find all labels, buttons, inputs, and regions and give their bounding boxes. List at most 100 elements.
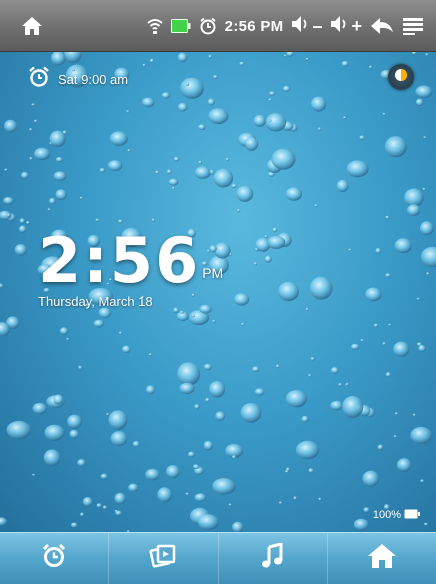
battery-level-icon (404, 506, 420, 524)
dock-music-button[interactable] (219, 533, 328, 584)
raindrop (191, 314, 195, 318)
volume-down-button[interactable]: – (291, 15, 322, 38)
raindrop (151, 218, 155, 222)
raindrop (309, 276, 333, 300)
raindrop (232, 455, 236, 459)
raindrop (234, 293, 250, 306)
clock-widget[interactable]: 2:56 PM Thursday, March 18 (38, 230, 223, 310)
raindrop (32, 473, 36, 476)
raindrop (177, 362, 201, 386)
raindrop (382, 342, 386, 346)
raindrop (253, 114, 266, 127)
raindrop (180, 77, 204, 99)
raindrop (51, 52, 66, 66)
raindrop (283, 54, 287, 57)
raindrop (343, 116, 347, 119)
raindrop (305, 307, 309, 311)
raindrop (55, 157, 63, 162)
raindrop (240, 403, 262, 423)
home-icon[interactable] (20, 14, 44, 38)
raindrop (314, 204, 318, 207)
brightness-button[interactable] (388, 64, 414, 90)
raindrop (32, 402, 47, 415)
raindrop (43, 449, 61, 466)
raindrop (278, 281, 299, 302)
raindrop (394, 238, 412, 254)
raindrop (384, 136, 407, 158)
raindrop (185, 82, 190, 86)
raindrop (241, 322, 245, 326)
raindrop (67, 414, 82, 429)
raindrop (209, 381, 225, 398)
menu-icon[interactable] (402, 17, 424, 35)
raindrop (382, 112, 386, 116)
raindrop (265, 113, 287, 132)
raindrop (194, 493, 207, 502)
raindrop (80, 512, 85, 517)
raindrop (0, 517, 7, 526)
raindrop (122, 345, 131, 354)
raindrop (157, 487, 173, 503)
next-alarm[interactable]: Sat 9:00 am (28, 66, 128, 93)
raindrop (141, 97, 155, 108)
raindrop (33, 147, 51, 160)
raindrop (377, 444, 384, 451)
raindrop (109, 131, 128, 146)
dock-home-button[interactable] (328, 533, 436, 584)
volume-down-sign: – (312, 16, 323, 36)
raindrop (6, 420, 32, 440)
raindrop (70, 522, 78, 528)
raindrop (404, 188, 424, 207)
raindrop (388, 323, 392, 326)
raindrop (192, 464, 200, 470)
raindrop (264, 235, 268, 238)
volume-up-sign: + (351, 16, 362, 36)
raindrop (107, 160, 123, 171)
raindrop (63, 52, 82, 63)
raindrop (215, 411, 226, 421)
raindrop (198, 160, 203, 164)
raindrop (253, 262, 257, 266)
raindrop (411, 52, 417, 55)
app-dock (0, 532, 436, 584)
raindrop (207, 98, 215, 106)
raindrop (128, 483, 139, 492)
raindrop (268, 98, 272, 101)
raindrop (31, 103, 35, 106)
raindrop (359, 135, 365, 140)
raindrop (385, 273, 391, 278)
raindrop (102, 505, 107, 510)
raindrop (301, 415, 309, 423)
raindrop (49, 197, 56, 205)
raindrop (212, 319, 216, 323)
raindrop (236, 185, 254, 202)
raindrop (264, 255, 272, 263)
raindrop (203, 440, 213, 451)
dock-photo-button[interactable] (109, 533, 219, 584)
raindrop (293, 496, 297, 500)
raindrop (132, 441, 140, 448)
raindrop (79, 196, 83, 200)
raindrop (418, 344, 426, 352)
raindrop (373, 323, 379, 328)
home-icon (367, 543, 397, 574)
raindrop (108, 410, 128, 430)
volume-up-button[interactable]: + (330, 15, 362, 38)
raindrop (44, 424, 65, 441)
raindrop (213, 75, 218, 79)
raindrop (393, 435, 397, 438)
raindrop (317, 127, 322, 131)
raindrop (29, 157, 33, 160)
dock-alarm-button[interactable] (0, 533, 110, 584)
back-icon[interactable] (370, 17, 394, 35)
raindrop (286, 52, 294, 57)
raindrop (208, 54, 212, 59)
raindrop (6, 213, 11, 217)
raindrop (53, 171, 67, 181)
raindrop (360, 339, 364, 342)
raindrop (77, 459, 86, 467)
raindrop (341, 60, 349, 67)
raindrop (177, 52, 188, 63)
raindrop (69, 429, 79, 439)
raindrop (173, 157, 180, 162)
